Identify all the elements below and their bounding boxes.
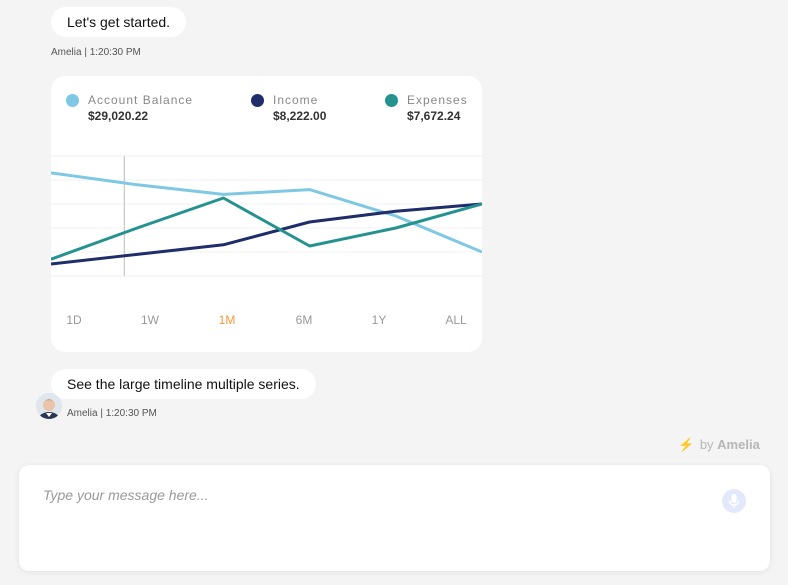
series-line-income[interactable] — [51, 202, 482, 266]
chart-card: Account Balance $29,020.22 Income $8,222… — [51, 76, 482, 352]
legend-value: $29,020.22 — [88, 109, 149, 123]
legend-value: $8,222.00 — [273, 109, 327, 123]
avatar — [36, 393, 62, 419]
range-tab-all[interactable]: ALL — [445, 313, 466, 327]
brand-credit[interactable]: ⚡ by Amelia — [678, 437, 760, 453]
series-line-account-balance[interactable] — [51, 171, 482, 254]
legend-label: Expenses — [407, 93, 468, 107]
lightning-icon: ⚡ — [678, 437, 695, 452]
message-input[interactable] — [43, 487, 703, 503]
brand-name: Amelia — [717, 437, 760, 452]
legend-label: Income — [273, 93, 319, 107]
message-bubble: See the large timeline multiple series. — [51, 369, 316, 399]
brand-prefix: by — [699, 437, 714, 452]
legend-dot-icon — [385, 94, 398, 107]
microphone-icon — [728, 494, 740, 508]
message-meta: Amelia | 1:20:30 PM — [51, 47, 141, 58]
series-line-expenses[interactable] — [51, 196, 482, 261]
mic-button[interactable] — [722, 489, 746, 513]
user-avatar-icon — [36, 393, 62, 419]
legend-dot-icon — [66, 94, 79, 107]
message-composer — [19, 465, 770, 571]
legend-dot-icon — [251, 94, 264, 107]
range-tab-1m[interactable]: 1M — [219, 313, 236, 327]
range-tab-6m[interactable]: 6M — [296, 313, 313, 327]
legend-value: $7,672.24 — [407, 109, 461, 123]
legend-label: Account Balance — [88, 93, 194, 107]
line-chart[interactable] — [51, 146, 482, 286]
range-tab-1d[interactable]: 1D — [66, 313, 81, 327]
message-bubble: Let's get started. — [51, 7, 187, 37]
message-meta: Amelia | 1:20:30 PM — [67, 408, 157, 419]
range-tab-1y[interactable]: 1Y — [372, 313, 387, 327]
range-tab-1w[interactable]: 1W — [141, 313, 159, 327]
